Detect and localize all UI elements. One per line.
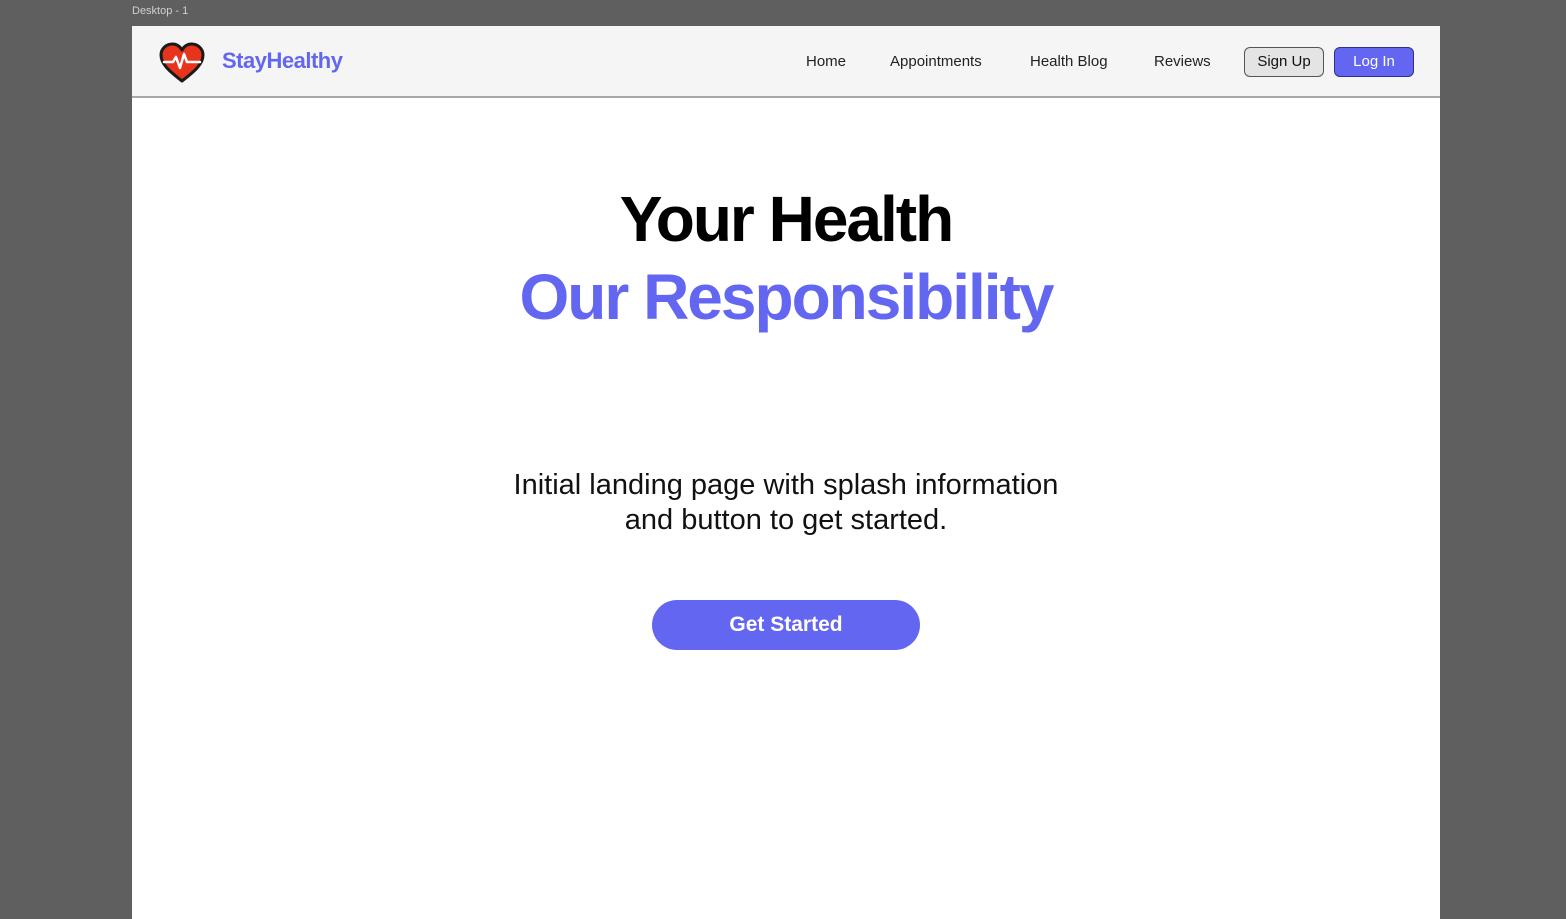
navbar: StayHealthy Home Appointments Health Blo… (132, 26, 1440, 98)
hero-description-line2: and button to get started. (624, 504, 948, 536)
hero-description-line1: Initial landing page with splash informa… (513, 469, 1059, 501)
hero-description: Initial landing page with splash informa… (132, 468, 1440, 538)
get-started-button[interactable]: Get Started (652, 600, 920, 650)
log-in-button[interactable]: Log In (1334, 47, 1414, 77)
frame-label: Desktop - 1 (132, 5, 189, 17)
nav-home[interactable]: Home (806, 53, 846, 70)
desktop-frame: StayHealthy Home Appointments Health Blo… (132, 26, 1440, 919)
heart-pulse-icon[interactable] (159, 42, 205, 84)
nav-appointments[interactable]: Appointments (890, 53, 982, 70)
hero-title-line2: Our Responsibility (519, 261, 1055, 333)
nav-health-blog[interactable]: Health Blog (1030, 53, 1108, 70)
nav-reviews[interactable]: Reviews (1154, 53, 1211, 70)
brand-name[interactable]: StayHealthy (222, 48, 343, 74)
hero-title-line1: Your Health (619, 183, 954, 255)
sign-up-button[interactable]: Sign Up (1244, 47, 1324, 77)
